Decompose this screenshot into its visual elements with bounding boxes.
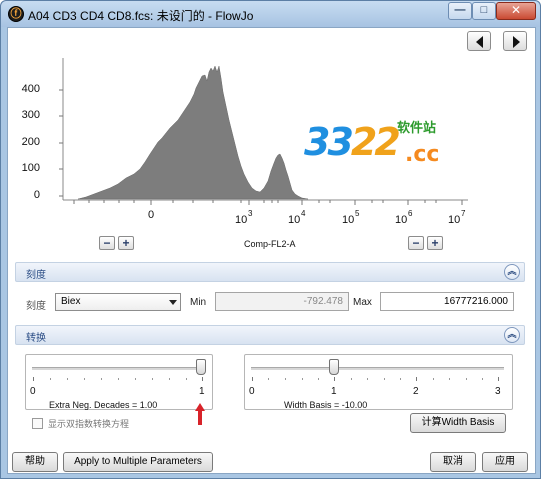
minimize-button[interactable]: — (448, 2, 472, 20)
tick (285, 378, 286, 380)
tick (202, 377, 203, 381)
max-field[interactable]: 16777216.000 (380, 292, 514, 311)
transform-section-title: 转换 (26, 333, 46, 344)
tick (84, 378, 85, 380)
tick (400, 378, 401, 380)
tick (367, 378, 368, 380)
dialog-body: 400 300 200 100 0 0 10 3 10 4 10 5 10 6 … (7, 27, 536, 474)
tick (498, 377, 499, 381)
watermark-digits-b: 22 (350, 120, 401, 164)
x-axis-ticks (73, 200, 463, 205)
scale-section-title: 刻度 (26, 270, 46, 281)
x-tick-10e3: 10 (235, 214, 248, 226)
cancel-button[interactable]: 取消 (430, 452, 476, 472)
width-basis-label-2: 2 (413, 386, 419, 397)
flowjo-window: ⓕ A04 CD3 CD4 CD8.fcs: 未设门的 - FlowJo — □… (0, 0, 541, 479)
x-tick-10e5-exponent: 5 (355, 209, 360, 218)
min-field[interactable]: -792.478 (215, 292, 349, 311)
watermark-chinese: 软件站 (397, 121, 437, 136)
tick (302, 378, 303, 380)
tick (466, 378, 467, 380)
tick (482, 378, 483, 380)
show-equation-checkbox[interactable] (32, 418, 43, 429)
show-equation-label: 显示双指数转换方程 (48, 419, 130, 429)
apply-button[interactable]: 应用 (482, 452, 528, 472)
left-zoom-plus-button[interactable]: + (118, 236, 134, 250)
scale-select[interactable]: Biex (55, 293, 181, 311)
tick (318, 378, 319, 380)
width-basis-track[interactable] (251, 367, 504, 370)
tick (268, 378, 269, 380)
x-axis-title: Comp-FL2-A (244, 239, 296, 249)
tick (351, 378, 352, 380)
title-bar[interactable]: ⓕ A04 CD3 CD4 CD8.fcs: 未设门的 - FlowJo — □… (1, 1, 540, 27)
tick (252, 377, 253, 381)
watermark-logo: 3322 (304, 120, 401, 164)
tick (101, 378, 102, 380)
collapse-scale-icon[interactable]: ︽ (504, 264, 520, 280)
tick (384, 378, 385, 380)
right-zoom-plus-button[interactable]: + (427, 236, 443, 250)
tick (334, 377, 335, 381)
x-tick-10e5: 10 (342, 214, 355, 226)
help-button[interactable]: 帮助 (12, 452, 58, 472)
tick (169, 378, 170, 380)
minimize-icon: — (454, 4, 466, 16)
width-basis-label-0: 0 (249, 386, 255, 397)
tick (67, 378, 68, 380)
x-tick-10e7-exponent: 7 (461, 209, 466, 218)
window-title: A04 CD3 CD4 CD8.fcs: 未设门的 - FlowJo (28, 9, 254, 23)
calculate-width-basis-button[interactable]: 计算Width Basis (410, 413, 506, 433)
histogram-area (77, 65, 309, 200)
tick (416, 377, 417, 381)
x-tick-10e4: 10 (288, 214, 301, 226)
watermark-digits-a: 33 (304, 120, 354, 164)
tick (50, 378, 51, 380)
apply-multiple-button[interactable]: Apply to Multiple Parameters (63, 452, 213, 472)
neg-decades-track[interactable] (32, 367, 204, 370)
close-button[interactable]: ✕ (496, 2, 536, 20)
tick (186, 378, 187, 380)
neg-decades-label-1: 1 (199, 386, 205, 397)
x-tick-10e6: 10 (395, 214, 408, 226)
tick (135, 378, 136, 380)
x-tick-10e6-exponent: 6 (408, 209, 413, 218)
tick (33, 377, 34, 381)
x-tick-10e3-exponent: 3 (248, 209, 253, 218)
flowjo-logo-icon: ⓕ (8, 6, 24, 22)
scale-select-value: Biex (61, 296, 81, 307)
close-icon: ✕ (510, 3, 522, 17)
tick (118, 378, 119, 380)
maximize-icon: □ (480, 4, 488, 16)
red-arrow-annotation-icon (195, 403, 205, 425)
scale-section-header[interactable]: 刻度 ︽ (15, 262, 525, 282)
tick (433, 378, 434, 380)
neg-decades-label-0: 0 (30, 386, 36, 397)
right-zoom-minus-button[interactable]: − (408, 236, 424, 250)
collapse-transform-icon[interactable]: ︽ (504, 327, 520, 343)
transform-section-header[interactable]: 转换 ︽ (15, 325, 525, 345)
maximize-button[interactable]: □ (472, 2, 496, 20)
neg-decades-thumb[interactable] (196, 359, 206, 375)
min-label: Min (190, 297, 207, 308)
max-label: Max (353, 297, 372, 308)
width-basis-thumb[interactable] (329, 359, 339, 375)
chevron-down-icon (169, 300, 177, 305)
scale-label: 刻度 (26, 301, 46, 312)
width-basis-label-1: 1 (331, 386, 337, 397)
tick (449, 378, 450, 380)
x-tick-10e7: 10 (448, 214, 461, 226)
watermark-domain: .cc (405, 142, 440, 167)
neg-decades-caption: Extra Neg. Decades = 1.00 (49, 400, 158, 410)
width-basis-caption: Width Basis = -10.00 (284, 400, 368, 410)
y-axis-ticks (59, 89, 63, 197)
x-tick-0: 0 (148, 209, 155, 221)
left-zoom-minus-button[interactable]: − (99, 236, 115, 250)
tick (152, 378, 153, 380)
width-basis-label-3: 3 (495, 386, 501, 397)
x-tick-10e4-exponent: 4 (301, 209, 306, 218)
